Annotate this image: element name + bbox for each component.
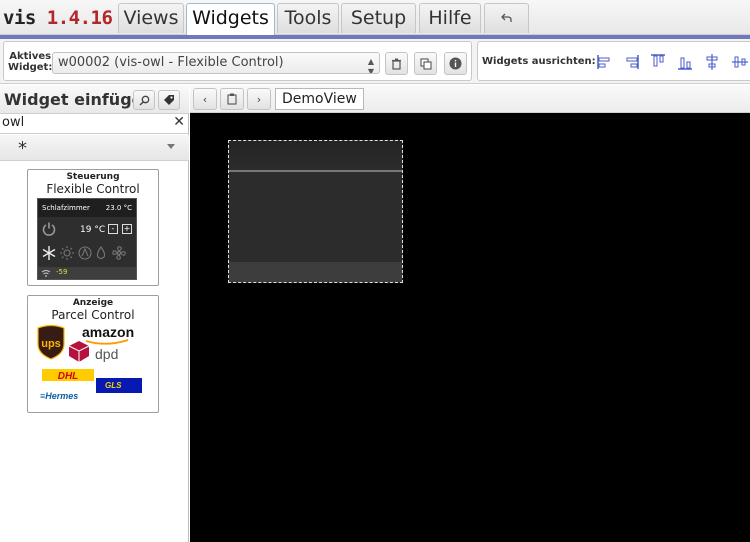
info-icon — [449, 57, 462, 70]
dhl-logo: DHL — [42, 369, 94, 382]
widget-tag-button[interactable] — [158, 90, 180, 110]
widget-category: Anzeige — [72, 298, 114, 308]
widget-category: Steuerung — [66, 172, 120, 182]
snowflake-icon — [42, 246, 56, 260]
widget-name: Parcel Control — [51, 308, 135, 322]
svg-text:amazon: amazon — [82, 324, 134, 340]
search-icon — [138, 95, 149, 106]
active-widget-label: Aktives Widget: — [8, 51, 53, 73]
widget-header-area — [229, 141, 402, 172]
copy-widget-button[interactable] — [414, 52, 437, 75]
widget-toolbar: Aktives Widget: w00002 (vis-owl - Flexib… — [0, 39, 750, 84]
preview-minus-button: - — [108, 224, 118, 234]
gls-logo: GLS — [96, 378, 142, 393]
align-widgets-box: Widgets ausrichten: — [477, 41, 750, 81]
fan-icon — [112, 246, 126, 260]
tab-views[interactable]: Views — [118, 3, 184, 33]
widget-filter-input[interactable]: owl — [2, 115, 24, 130]
widget-card-flexible-control[interactable]: Steuerung Flexible Control Schlafzimmer … — [27, 169, 159, 286]
tab-widgets[interactable]: Widgets — [186, 3, 275, 35]
svg-text:DHL: DHL — [58, 371, 79, 382]
sun-icon — [60, 246, 74, 260]
widget-filter-row: owl ✕ — [0, 114, 189, 134]
undo-icon — [500, 13, 512, 22]
copy-icon — [419, 57, 432, 70]
tab-hilfe[interactable]: Hilfe — [419, 3, 481, 33]
align-right-icon[interactable] — [622, 53, 640, 71]
align-left-icon[interactable] — [596, 53, 614, 71]
preview-header: Schlafzimmer 23.0 °C — [38, 199, 136, 217]
power-icon — [42, 222, 56, 236]
align-vertical-center-icon[interactable] — [703, 53, 721, 71]
widget-set-select[interactable]: * — [0, 135, 189, 161]
active-widget-value: w00002 (vis-owl - Flexible Control) — [58, 55, 284, 70]
preview-rssi: -59 — [56, 268, 68, 276]
wifi-icon — [41, 270, 51, 277]
widget-insert-panel: Widget einfügen owl ✕ * Steuerung Flexib… — [0, 85, 189, 542]
widget-insert-title: Widget einfügen — [4, 90, 154, 109]
chevron-right-icon: › — [256, 92, 262, 106]
current-view-name[interactable]: DemoView — [275, 88, 364, 110]
widget-footer-area — [229, 262, 402, 282]
view-toolbar: ‹ › DemoView — [190, 85, 750, 113]
chevron-down-icon — [167, 144, 175, 149]
svg-text:GLS: GLS — [105, 381, 122, 390]
hermes-logo: ≡Hermes — [40, 391, 78, 401]
preview-setpoint: 19 °C — [80, 225, 106, 235]
clipboard-icon — [227, 93, 237, 105]
app-brand: vis 1.4.16 — [3, 7, 113, 29]
preview-temperature: 23.0 °C — [105, 204, 132, 212]
widget-search-button[interactable] — [133, 90, 155, 110]
app-name: vis — [3, 7, 36, 29]
mode-icons — [42, 246, 126, 260]
trash-icon — [392, 58, 401, 70]
prev-view-button[interactable]: ‹ — [193, 88, 217, 110]
align-horizontal-center-icon[interactable] — [731, 53, 749, 71]
tag-icon — [164, 95, 174, 105]
preview-plus-button: + — [122, 224, 132, 234]
align-top-icon[interactable] — [649, 53, 667, 71]
view-action-button[interactable] — [220, 88, 244, 110]
active-widget-select[interactable]: w00002 (vis-owl - Flexible Control) ▲ ▼ — [52, 52, 380, 74]
clear-filter-icon[interactable]: ✕ — [173, 114, 185, 130]
ups-logo: ups — [37, 324, 65, 360]
chevron-left-icon: ‹ — [202, 92, 208, 106]
selected-widget-flexible-control[interactable] — [228, 140, 403, 283]
view-canvas[interactable] — [190, 113, 750, 542]
widget-name: Flexible Control — [46, 182, 140, 196]
next-view-button[interactable]: › — [247, 88, 271, 110]
auto-icon — [78, 246, 92, 260]
svg-text:≡Hermes: ≡Hermes — [40, 391, 78, 401]
preview-footer: -59 — [38, 267, 136, 279]
undo-button[interactable] — [484, 3, 529, 33]
preview-room: Schlafzimmer — [42, 204, 90, 212]
amazon-logo: amazon — [82, 324, 134, 345]
parcel-carrier-logos: ups amazon dpd DHL GLS ≡Hermes — [37, 324, 142, 401]
widget-set-value: * — [18, 138, 27, 159]
widget-info-button[interactable] — [444, 52, 467, 75]
svg-text:ups: ups — [41, 338, 61, 350]
top-menu-bar: vis 1.4.16 Views Widgets Tools Setup Hil… — [0, 0, 750, 35]
tab-setup[interactable]: Setup — [341, 3, 416, 33]
active-widget-box: Aktives Widget: w00002 (vis-owl - Flexib… — [3, 41, 472, 81]
widget-card-parcel-control[interactable]: Anzeige Parcel Control ups amazon dpd DH… — [27, 295, 159, 413]
align-bottom-icon[interactable] — [676, 53, 694, 71]
drop-icon — [96, 246, 106, 260]
svg-text:dpd: dpd — [95, 346, 118, 362]
app-version: 1.4.16 — [46, 7, 113, 29]
tab-tools[interactable]: Tools — [277, 3, 339, 33]
delete-widget-button[interactable] — [385, 52, 408, 75]
widget-insert-header: Widget einfügen — [0, 85, 189, 114]
select-updown-icon: ▲ ▼ — [367, 57, 374, 74]
flexible-control-preview: Schlafzimmer 23.0 °C 19 °C - + -59 — [37, 198, 137, 280]
align-widgets-label: Widgets ausrichten: — [482, 56, 596, 67]
